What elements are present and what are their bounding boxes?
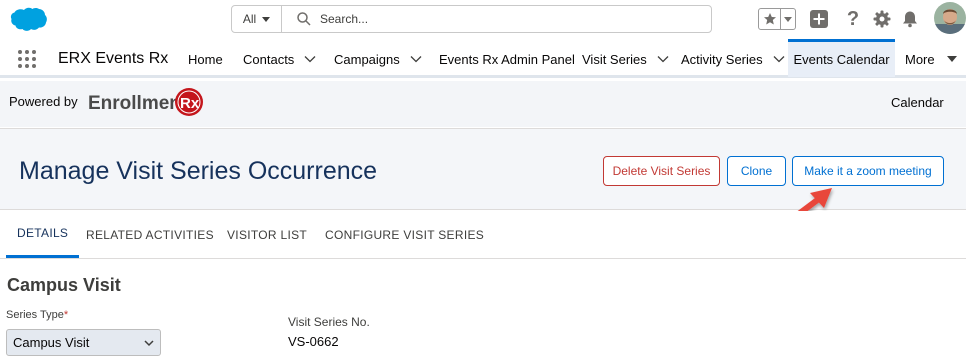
favorites-group bbox=[758, 8, 796, 30]
record-tabs: DETAILS RELATED ACTIVITIES VISITOR LIST … bbox=[0, 211, 966, 259]
gear-icon bbox=[873, 10, 891, 28]
section-title: Campus Visit bbox=[7, 275, 121, 295]
svg-text:Enrollment: Enrollment bbox=[88, 93, 188, 114]
help-icon: ? bbox=[846, 7, 860, 30]
notifications-button[interactable] bbox=[900, 9, 920, 29]
search-input[interactable] bbox=[320, 12, 700, 26]
search-icon bbox=[297, 12, 311, 26]
user-avatar[interactable] bbox=[934, 2, 966, 34]
nav-item-label: Events Calendar bbox=[793, 52, 890, 67]
series-type-label-text: Series Type bbox=[6, 309, 64, 321]
global-header: All ? bbox=[0, 0, 966, 40]
svg-text:Rx: Rx bbox=[180, 95, 200, 112]
chevron-down-icon[interactable] bbox=[304, 53, 316, 65]
series-type-selected-value: Campus Visit bbox=[13, 335, 90, 350]
caret-down-icon bbox=[784, 16, 792, 22]
app-name: ERX Events Rx bbox=[58, 50, 169, 67]
nav-item-label: Visit Series bbox=[582, 51, 647, 67]
page-title: Manage Visit Series Occurrence bbox=[19, 157, 378, 185]
nav-item-more[interactable]: More bbox=[905, 40, 957, 78]
required-asterisk: * bbox=[63, 309, 69, 321]
search-scope-label: All bbox=[242, 12, 257, 26]
nav-item-campaigns[interactable]: Campaigns bbox=[334, 40, 422, 78]
caret-down-icon bbox=[946, 56, 957, 62]
nav-item-label: More bbox=[905, 51, 935, 67]
chevron-down-icon[interactable] bbox=[657, 53, 669, 65]
nav-item-contacts[interactable]: Contacts bbox=[243, 40, 316, 78]
app-navigation-bar: ERX Events Rx Home Contacts Campaigns Ev… bbox=[0, 39, 966, 78]
tab-label: DETAILS bbox=[17, 226, 69, 240]
add-icon bbox=[810, 10, 828, 28]
nav-item-activity-series[interactable]: Activity Series bbox=[681, 40, 785, 78]
tab-visitor-list[interactable]: VISITOR LIST bbox=[227, 211, 307, 258]
star-icon bbox=[763, 13, 776, 25]
user-photo-icon bbox=[934, 2, 966, 34]
powered-by-label: Powered by bbox=[9, 94, 78, 109]
powered-by-bar: Powered by Enrollment Rx Calendar bbox=[0, 81, 966, 127]
nav-item-home[interactable]: Home bbox=[188, 40, 223, 78]
nav-item-label: Home bbox=[188, 51, 223, 67]
app-launcher-icon[interactable] bbox=[18, 50, 36, 68]
visit-series-no-label: Visit Series No. bbox=[288, 315, 370, 329]
nav-item-visit-series[interactable]: Visit Series bbox=[582, 40, 669, 78]
nav-item-label: Contacts bbox=[243, 51, 295, 67]
series-type-label: Series Type* bbox=[6, 309, 68, 321]
tab-configure-visit-series[interactable]: CONFIGURE VISIT SERIES bbox=[325, 211, 484, 258]
delete-visit-series-button[interactable]: Delete Visit Series bbox=[603, 156, 720, 186]
favorites-dropdown-button[interactable] bbox=[781, 9, 795, 29]
tab-related-activities[interactable]: RELATED ACTIVITIES bbox=[86, 211, 214, 258]
make-zoom-meeting-button[interactable]: Make it a zoom meeting bbox=[792, 156, 944, 186]
series-type-select[interactable]: Campus Visit bbox=[6, 329, 161, 356]
tab-label: RELATED ACTIVITIES bbox=[86, 227, 214, 242]
chevron-down-icon[interactable] bbox=[410, 53, 422, 65]
setup-button[interactable] bbox=[872, 9, 892, 29]
help-button[interactable]: ? bbox=[843, 7, 863, 30]
bell-icon bbox=[903, 11, 917, 28]
nav-item-label: Events Rx Admin Panel bbox=[439, 51, 575, 67]
global-actions-button[interactable] bbox=[809, 9, 829, 29]
chevron-down-icon[interactable] bbox=[773, 53, 785, 65]
nav-item-events-calendar[interactable]: Events Calendar bbox=[788, 39, 895, 77]
tab-label: VISITOR LIST bbox=[227, 227, 308, 242]
nav-item-label: Campaigns bbox=[334, 51, 400, 67]
visit-series-no-value: VS-0662 bbox=[288, 334, 339, 349]
clone-button[interactable]: Clone bbox=[727, 156, 786, 186]
caret-down-icon bbox=[262, 16, 271, 22]
calendar-link[interactable]: Calendar bbox=[891, 95, 944, 110]
global-search: All bbox=[231, 5, 712, 33]
tab-details[interactable]: DETAILS bbox=[6, 211, 80, 258]
chevron-down-icon bbox=[144, 339, 154, 346]
salesforce-logo-icon[interactable] bbox=[8, 6, 48, 34]
nav-item-events-rx-admin-panel[interactable]: Events Rx Admin Panel bbox=[439, 40, 575, 78]
tab-label: CONFIGURE VISIT SERIES bbox=[325, 227, 485, 242]
nav-item-label: Activity Series bbox=[681, 51, 763, 67]
enrollmentrx-logo-icon: Enrollment Rx bbox=[88, 88, 203, 116]
favorites-star-button[interactable] bbox=[759, 9, 781, 29]
search-scope-dropdown[interactable]: All bbox=[232, 6, 282, 32]
